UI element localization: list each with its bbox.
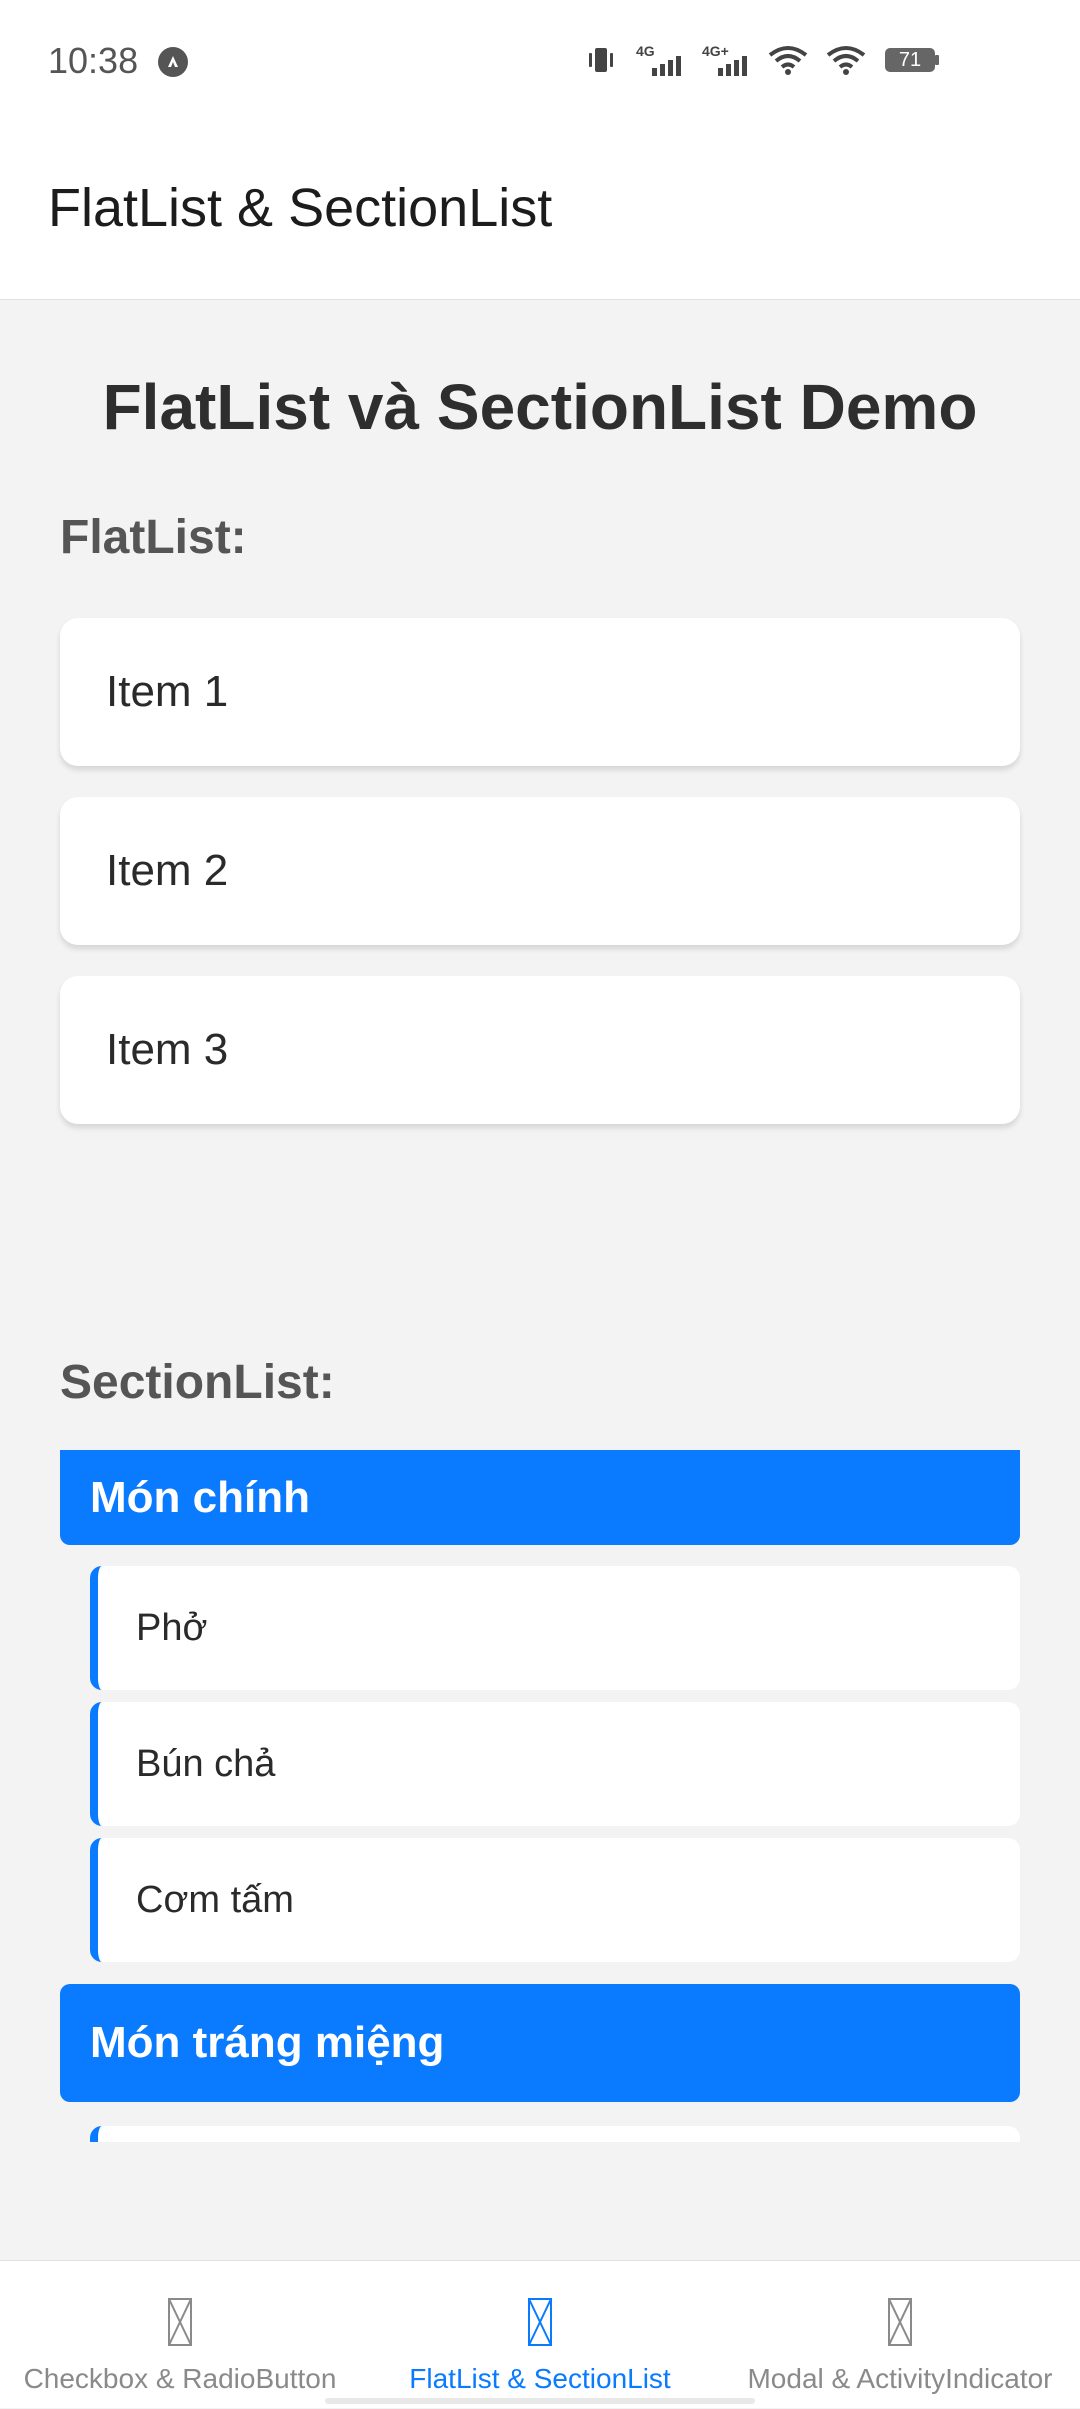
- signal-4g-icon: 4G: [636, 42, 684, 78]
- signal-4g-plus-icon: 4G+: [702, 42, 750, 78]
- section-list-item[interactable]: Bún chả: [90, 1702, 1020, 1826]
- section-header: Món tráng miệng: [60, 1984, 1020, 2102]
- bottom-tab-bar: Checkbox & RadioButton FlatList & Sectio…: [0, 2260, 1080, 2408]
- tab-checkbox-radiobutton[interactable]: Checkbox & RadioButton: [0, 2261, 360, 2409]
- app-bar: FlatList & SectionList: [0, 125, 1080, 300]
- home-indicator[interactable]: [325, 2398, 755, 2404]
- section-header-title: Món tráng miệng: [90, 2018, 445, 2067]
- flatlist-item[interactable]: Item 3: [60, 976, 1020, 1124]
- flatlist-item-label: Item 2: [106, 846, 229, 895]
- flatlist-item-label: Item 1: [106, 667, 229, 716]
- status-bar: 10:38 4G 4G+ 71: [0, 0, 1080, 125]
- section-header: Món chính: [60, 1450, 1020, 1545]
- tab-modal-activityindicator[interactable]: Modal & ActivityIndicator: [720, 2261, 1080, 2409]
- svg-text:4G: 4G: [636, 43, 655, 59]
- battery-level: 71: [898, 49, 922, 71]
- tab-label: FlatList & SectionList: [409, 2363, 671, 2394]
- status-icons: 4G 4G+ 71: [584, 42, 940, 78]
- tab-label: Modal & ActivityIndicator: [747, 2363, 1053, 2394]
- vibrate-icon: [584, 43, 618, 77]
- flatlist-label: FlatList:: [60, 511, 247, 564]
- flatlist-item[interactable]: Item 1: [60, 618, 1020, 766]
- section-list-item[interactable]: [90, 2126, 1020, 2142]
- section-item-label: Phở: [136, 1606, 208, 1649]
- missing-glyph-icon: [527, 2297, 553, 2347]
- status-time: 10:38: [48, 40, 139, 81]
- flatlist-item[interactable]: Item 2: [60, 797, 1020, 945]
- wifi-icon: [768, 43, 808, 77]
- tab-flatlist-sectionlist[interactable]: FlatList & SectionList: [360, 2261, 720, 2409]
- battery-icon: 71: [884, 45, 940, 75]
- page-title: FlatList & SectionList: [48, 178, 553, 238]
- flatlist-item-label: Item 3: [106, 1025, 229, 1074]
- app-notification-icon: [158, 47, 188, 77]
- main-content[interactable]: FlatList và SectionList Demo FlatList: I…: [0, 300, 1080, 2260]
- section-list-item[interactable]: Cơm tấm: [90, 1838, 1020, 1962]
- demo-heading: FlatList và SectionList Demo: [102, 371, 978, 443]
- missing-glyph-icon: [887, 2297, 913, 2347]
- section-item-label: Cơm tấm: [136, 1878, 294, 1921]
- section-header-title: Món chính: [90, 1472, 310, 1522]
- section-list-item[interactable]: Phở: [90, 1566, 1020, 1690]
- list-clip: [0, 2120, 1080, 2142]
- tab-label: Checkbox & RadioButton: [23, 2363, 337, 2394]
- svg-text:4G+: 4G+: [702, 43, 729, 59]
- sectionlist-label: SectionList:: [60, 1356, 335, 1409]
- wifi-icon: [826, 43, 866, 77]
- missing-glyph-icon: [167, 2297, 193, 2347]
- section-item-label: Bún chả: [136, 1742, 276, 1785]
